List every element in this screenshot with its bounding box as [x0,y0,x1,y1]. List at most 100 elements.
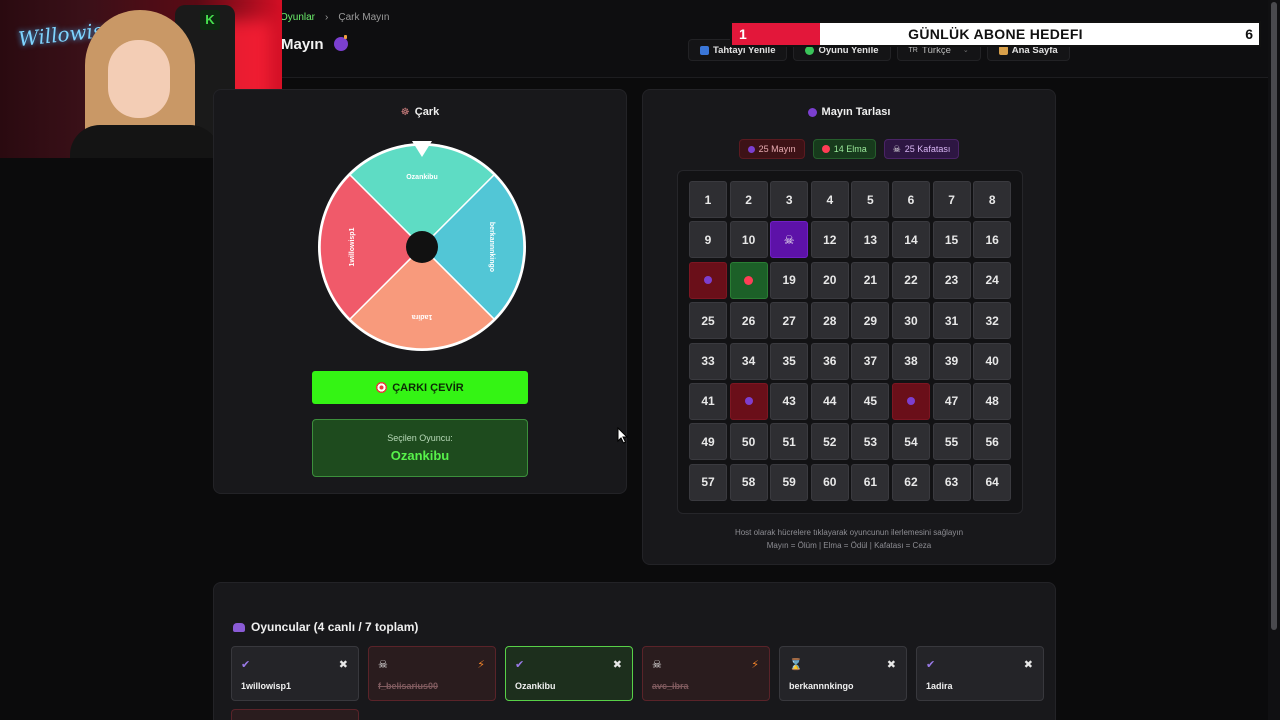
spin-wheel[interactable]: Ozankibu berkannnkingo 1adira 1willowisp1 [316,141,528,353]
mine-cell[interactable]: 43 [770,382,809,420]
mine-cell[interactable]: 2 [729,181,768,218]
mine-cell[interactable] [729,382,768,420]
mine-cell[interactable]: 1 [689,181,727,218]
player-card[interactable]: ☠ ⚡ f_belisarius00 [368,646,496,701]
mine-cell-number: 53 [863,434,878,449]
mine-cell[interactable]: 27 [770,302,809,340]
mine-cell[interactable]: 10 [729,221,768,259]
goal-target: 6 [1245,26,1253,42]
mine-cell[interactable]: 20 [810,261,849,299]
mine-cell[interactable]: 49 [689,423,727,461]
mine-count: 25 Mayın [758,144,796,154]
mine-cell-number: 33 [701,354,715,369]
mine-cell[interactable]: 52 [810,423,849,461]
mine-cell[interactable]: 25 [689,302,727,340]
wheel-panel: ☸ Çark Ozankibu berkannnkingo 1adira 1willo… [213,89,627,494]
mine-cell[interactable]: 62 [891,463,930,501]
mine-cell[interactable]: 53 [851,423,890,461]
minefield-panel: Mayın Tarlası 25 Mayın 14 Elma ☠ 25 Kafa… [642,89,1056,565]
selected-player-name: Ozankibu [390,448,450,463]
streamer-face [108,40,170,118]
mine-cell-number: 2 [745,192,752,207]
mine-cell[interactable]: 51 [770,423,809,461]
mine-cell[interactable]: 63 [932,463,971,501]
scrollbar-thumb[interactable] [1271,2,1277,630]
mine-cell[interactable]: 24 [973,261,1012,299]
mine-cell[interactable]: 31 [932,302,971,340]
mine-cell[interactable]: 15 [932,221,971,259]
mine-cell-number: 30 [904,313,918,328]
mine-cell[interactable]: 48 [973,382,1012,420]
mine-cell[interactable]: 12 [810,221,849,259]
mine-cell[interactable]: 40 [973,342,1012,380]
mine-cell[interactable]: 39 [932,342,971,380]
page-scrollbar[interactable] [1268,0,1280,720]
mine-cell-number: 35 [782,354,796,369]
mine-cell[interactable]: 5 [851,181,890,218]
mine-cell[interactable]: 38 [891,342,930,380]
mine-cell-number: 41 [701,394,715,409]
mine-cell[interactable]: 36 [810,342,849,380]
mine-cell[interactable]: 41 [689,382,727,420]
mine-cell[interactable] [729,261,768,299]
mine-cell[interactable]: 8 [973,181,1012,218]
mine-cell-number: 64 [985,475,999,490]
mine-cell[interactable]: 57 [689,463,727,501]
apple-icon [821,145,830,153]
mine-cell[interactable]: 30 [891,302,930,340]
breadcrumb-link-games[interactable]: Oyunlar [280,12,315,23]
mine-cell[interactable]: 28 [810,302,849,340]
wheel-segment-label: Ozankibu [406,174,438,181]
mine-cell-number: 36 [823,354,837,369]
mine-cell[interactable] [891,382,930,420]
mine-cell[interactable]: 7 [932,181,971,218]
mine-cell[interactable]: 44 [810,382,849,420]
mine-cell[interactable]: 50 [729,423,768,461]
mine-cell[interactable]: 19 [770,261,809,299]
mine-cell[interactable]: 34 [729,342,768,380]
mine-cell[interactable]: 54 [891,423,930,461]
mine-cell[interactable]: 32 [973,302,1012,340]
mine-cell[interactable]: 45 [851,382,890,420]
mine-cell[interactable]: 6 [891,181,930,218]
player-card[interactable]: ✔ ✖ 1willowisp1 [231,646,359,701]
mine-cell[interactable]: ☠ [770,221,809,259]
mine-cell[interactable]: 9 [689,221,727,259]
revive-icon[interactable]: ⚡ [751,658,759,671]
eliminate-icon[interactable]: ✖ [613,658,622,671]
mine-cell[interactable]: 60 [810,463,849,501]
mine-cell[interactable]: 55 [932,423,971,461]
mine-cell[interactable]: 21 [851,261,890,299]
mine-cell[interactable]: 33 [689,342,727,380]
mine-cell[interactable]: 64 [973,463,1012,501]
eliminate-icon[interactable]: ✖ [339,658,348,671]
mine-cell[interactable]: 35 [770,342,809,380]
mine-cell[interactable]: 56 [973,423,1012,461]
mine-cell[interactable]: 26 [729,302,768,340]
mine-cell[interactable]: 37 [851,342,890,380]
mine-cell[interactable]: 47 [932,382,971,420]
eliminate-icon[interactable]: ✖ [1024,658,1033,671]
apple-count: 14 Elma [833,144,867,154]
mine-cell[interactable]: 4 [810,181,849,218]
mine-cell[interactable]: 3 [770,181,809,218]
mine-cell[interactable]: 61 [851,463,890,501]
player-card[interactable]: ✔ ✖ 1adira [916,646,1044,701]
mine-cell[interactable]: 13 [851,221,890,259]
player-card[interactable]: ⌛ ✖ berkannnkingo [779,646,907,701]
mine-cell[interactable]: 59 [770,463,809,501]
mine-cell[interactable] [689,261,727,299]
player-card[interactable]: ✔ ✖ Ozankibu [505,646,633,701]
eliminate-icon[interactable]: ✖ [887,658,896,671]
mine-cell-number: 29 [863,313,878,328]
player-card[interactable]: ☠ ⚡ avc_ibra [642,646,770,701]
mine-cell[interactable]: 16 [973,221,1012,259]
mine-cell[interactable]: 58 [729,463,768,501]
mine-cell[interactable]: 23 [932,261,971,299]
spin-wheel-button[interactable]: ÇARKI ÇEVİR [312,371,528,404]
mine-cell[interactable]: 22 [891,261,930,299]
revive-icon[interactable]: ⚡ [477,658,485,671]
mine-cell[interactable]: 14 [891,221,930,259]
skull-icon: ☠ [652,659,662,671]
mine-cell[interactable]: 29 [851,302,890,340]
